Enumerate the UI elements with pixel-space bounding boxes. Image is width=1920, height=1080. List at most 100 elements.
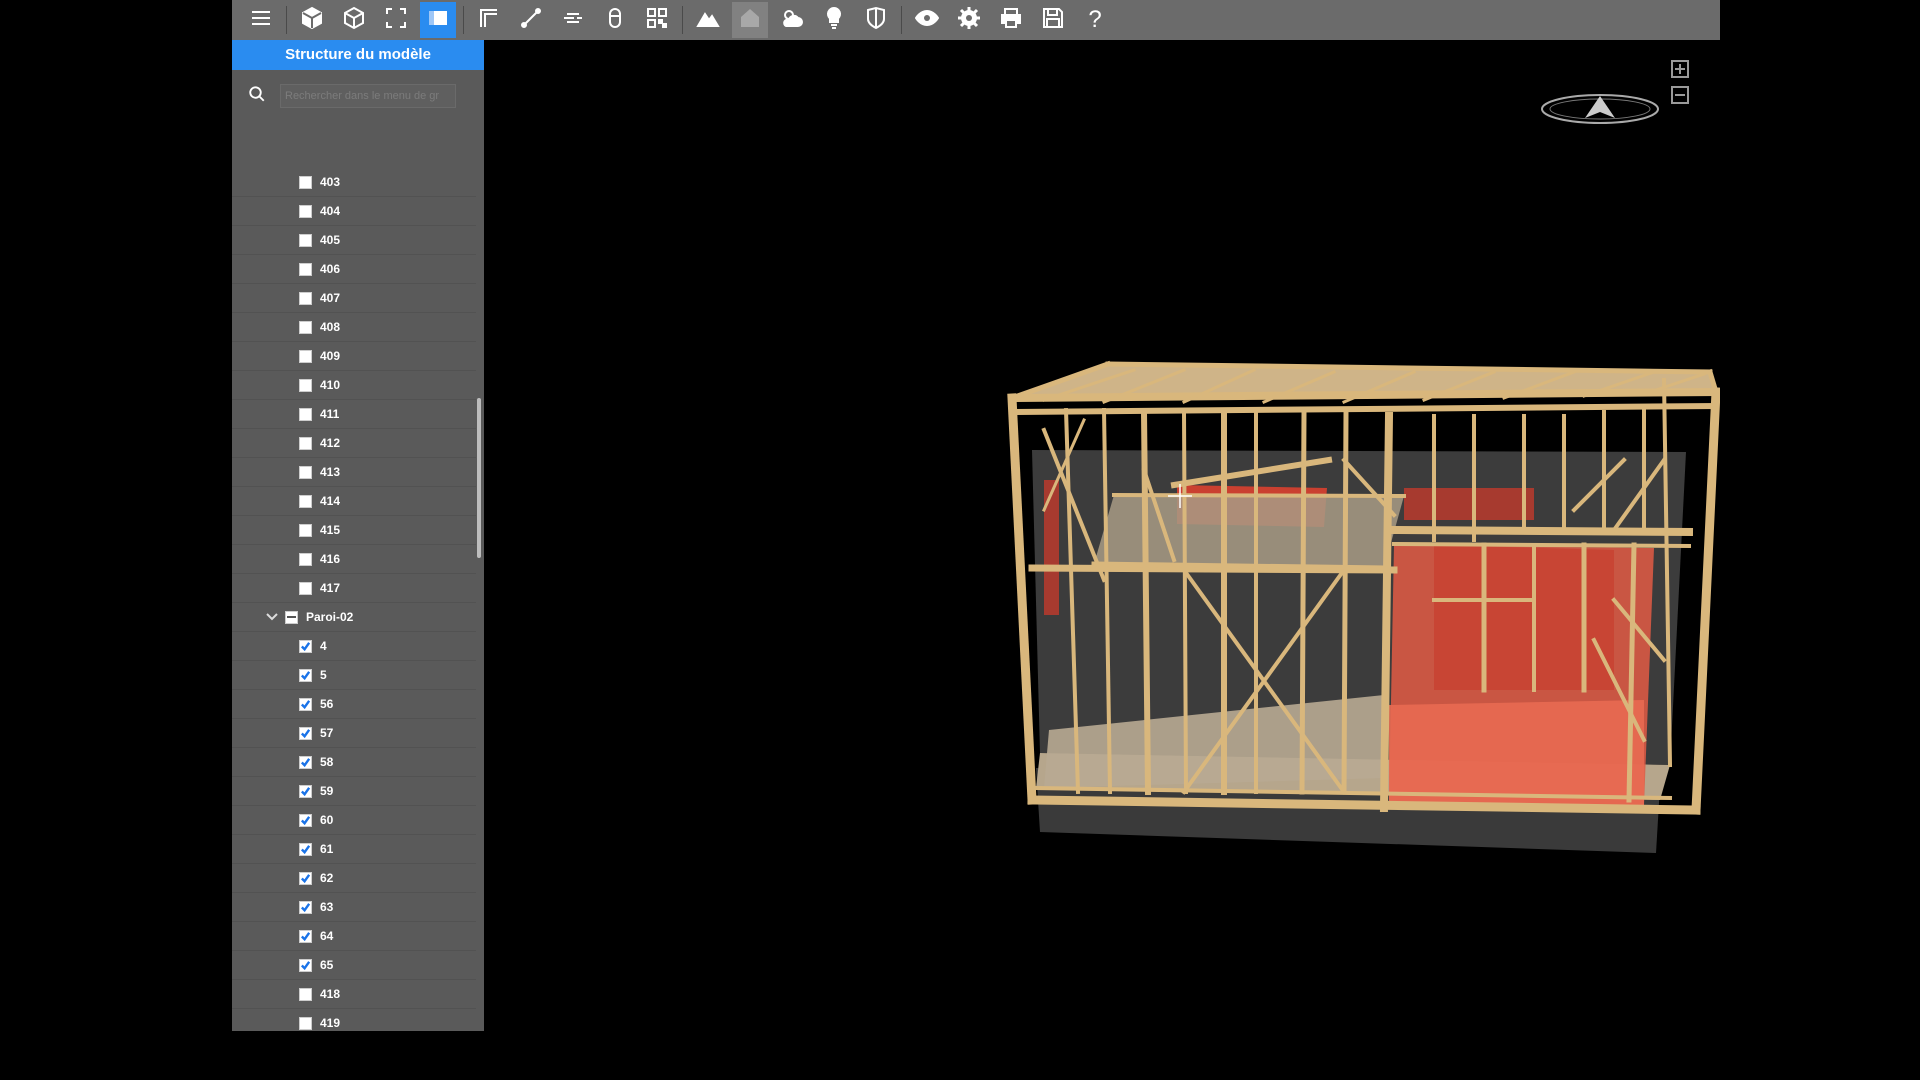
tree-item[interactable]: 5 bbox=[232, 661, 476, 690]
fit-view-button[interactable] bbox=[378, 2, 414, 38]
mountain-icon bbox=[696, 6, 720, 35]
tree-checkbox[interactable] bbox=[299, 349, 312, 363]
help-button[interactable]: ? bbox=[1077, 2, 1113, 38]
tree-checkbox[interactable] bbox=[299, 697, 312, 711]
tree-item-label: 65 bbox=[320, 958, 334, 972]
tree-item[interactable]: 413 bbox=[232, 458, 476, 487]
tree-item-label: 4 bbox=[320, 639, 327, 653]
view-wireframe-button[interactable] bbox=[336, 2, 372, 38]
menu-button[interactable] bbox=[243, 2, 279, 38]
tree-item[interactable]: 408 bbox=[232, 313, 476, 342]
tree-item[interactable]: 416 bbox=[232, 545, 476, 574]
tree-checkbox[interactable] bbox=[299, 407, 312, 421]
view-solid-button[interactable] bbox=[294, 2, 330, 38]
qr-code-button[interactable] bbox=[639, 2, 675, 38]
tree-item[interactable]: 62 bbox=[232, 864, 476, 893]
tree-item[interactable]: 58 bbox=[232, 748, 476, 777]
visibility-button[interactable] bbox=[909, 2, 945, 38]
checkmark-icon bbox=[300, 815, 311, 825]
print-button[interactable] bbox=[993, 2, 1029, 38]
tree-item[interactable]: 409 bbox=[232, 342, 476, 371]
tree-checkbox[interactable] bbox=[299, 262, 312, 276]
tree-checkbox[interactable] bbox=[299, 581, 312, 595]
tree-checkbox[interactable] bbox=[299, 900, 312, 914]
gear-icon bbox=[957, 6, 981, 35]
tree-checkbox[interactable] bbox=[299, 726, 312, 740]
tree-checkbox[interactable] bbox=[299, 813, 312, 827]
tree-item-label: 409 bbox=[320, 349, 341, 363]
material-button[interactable] bbox=[858, 2, 894, 38]
tree-item[interactable]: 418 bbox=[232, 980, 476, 1009]
tree-item[interactable]: 57 bbox=[232, 719, 476, 748]
tree-checkbox[interactable] bbox=[299, 1016, 312, 1030]
tree-item[interactable]: 412 bbox=[232, 429, 476, 458]
tree-item[interactable]: 65 bbox=[232, 951, 476, 980]
tree-item[interactable]: 406 bbox=[232, 255, 476, 284]
tree-checkbox[interactable] bbox=[299, 436, 312, 450]
tree-item[interactable]: 417 bbox=[232, 574, 476, 603]
tree-item[interactable]: 61 bbox=[232, 835, 476, 864]
tree-checkbox[interactable] bbox=[299, 233, 312, 247]
tree-checkbox[interactable] bbox=[299, 958, 312, 972]
scrollbar-thumb[interactable] bbox=[477, 398, 481, 558]
tree-item[interactable]: 59 bbox=[232, 777, 476, 806]
tree-checkbox[interactable] bbox=[299, 291, 312, 305]
tree-item[interactable]: 63 bbox=[232, 893, 476, 922]
timber-member bbox=[1007, 393, 1037, 805]
tree-item[interactable]: 64 bbox=[232, 922, 476, 951]
tree-checkbox[interactable] bbox=[299, 784, 312, 798]
section-button[interactable] bbox=[471, 2, 507, 38]
tree-checkbox[interactable] bbox=[299, 929, 312, 943]
tree-checkbox[interactable] bbox=[299, 320, 312, 334]
red-floor-right bbox=[1389, 700, 1644, 805]
tree-checkbox[interactable] bbox=[299, 465, 312, 479]
tree-checkbox[interactable] bbox=[299, 552, 312, 566]
search-icon[interactable] bbox=[248, 85, 266, 108]
tree-checkbox[interactable] bbox=[299, 871, 312, 885]
tree-checkbox[interactable] bbox=[299, 987, 312, 1001]
sun-cloud-icon bbox=[780, 6, 804, 35]
building-button[interactable] bbox=[732, 2, 768, 38]
navigation-compass[interactable] bbox=[1539, 92, 1661, 126]
zoom-out-button[interactable] bbox=[1671, 86, 1689, 104]
tree-item[interactable]: 411 bbox=[232, 400, 476, 429]
lighting-button[interactable] bbox=[816, 2, 852, 38]
tree-item[interactable]: 404 bbox=[232, 197, 476, 226]
explode-button[interactable] bbox=[555, 2, 591, 38]
mezzanine-floor bbox=[1094, 495, 1404, 568]
tree-item[interactable]: 56 bbox=[232, 690, 476, 719]
tree-item[interactable]: 4 bbox=[232, 632, 476, 661]
tree-item[interactable]: 405 bbox=[232, 226, 476, 255]
tree-checkbox[interactable] bbox=[299, 175, 312, 189]
panel-toggle-button[interactable] bbox=[420, 2, 456, 38]
tree-checkbox[interactable] bbox=[299, 755, 312, 769]
tree-item[interactable]: 403 bbox=[232, 168, 476, 197]
weather-button[interactable] bbox=[774, 2, 810, 38]
tree-group[interactable]: Paroi-02 bbox=[232, 603, 476, 632]
settings-button[interactable] bbox=[951, 2, 987, 38]
tree-checkbox[interactable] bbox=[299, 378, 312, 392]
chevron-down-icon[interactable] bbox=[265, 610, 279, 624]
tree-checkbox[interactable] bbox=[299, 639, 312, 653]
zoom-in-button[interactable] bbox=[1671, 60, 1689, 78]
tree-checkbox[interactable] bbox=[299, 204, 312, 218]
terrain-button[interactable] bbox=[690, 2, 726, 38]
tree-item[interactable]: 414 bbox=[232, 487, 476, 516]
save-button[interactable] bbox=[1035, 2, 1071, 38]
tree-checkbox[interactable] bbox=[285, 610, 298, 624]
layers-button[interactable] bbox=[597, 2, 633, 38]
3d-viewport[interactable]: cadwork® bbox=[484, 40, 1720, 1031]
tree-item-label: 59 bbox=[320, 784, 334, 798]
measure-button[interactable] bbox=[513, 2, 549, 38]
tree-item[interactable]: 419 bbox=[232, 1009, 476, 1031]
tree-item[interactable]: 407 bbox=[232, 284, 476, 313]
tree-item[interactable]: 410 bbox=[232, 371, 476, 400]
checkmark-icon bbox=[300, 728, 311, 738]
tree-checkbox[interactable] bbox=[299, 842, 312, 856]
tree-item[interactable]: 60 bbox=[232, 806, 476, 835]
tree-item[interactable]: 415 bbox=[232, 516, 476, 545]
tree-checkbox[interactable] bbox=[299, 523, 312, 537]
tree-checkbox[interactable] bbox=[299, 494, 312, 508]
search-input[interactable] bbox=[280, 84, 456, 108]
tree-checkbox[interactable] bbox=[299, 668, 312, 682]
